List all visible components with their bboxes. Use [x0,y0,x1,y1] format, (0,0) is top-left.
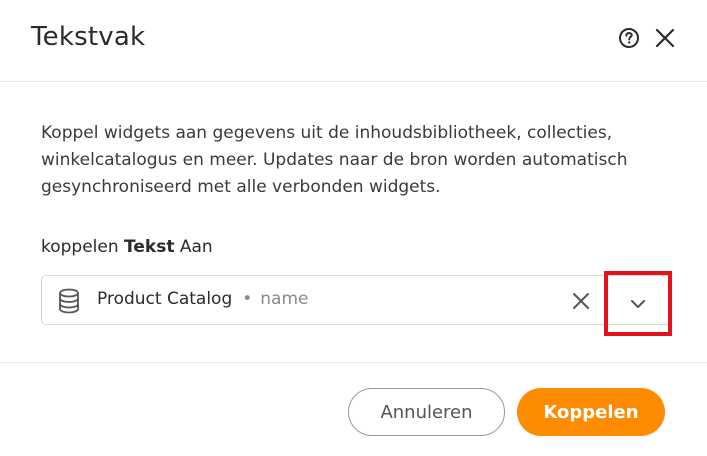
source-select[interactable]: Product Catalog • name [41,271,672,336]
dialog-body: Koppel widgets aan gegevens uit de inhou… [0,82,707,362]
close-icon [655,28,675,48]
dialog-footer: Annuleren Koppelen [0,362,707,456]
connect-label: koppelen Tekst Aan [41,237,213,257]
dropdown-toggle-button[interactable] [604,271,672,336]
connect-label-suffix: Aan [179,237,213,257]
dialog-description: Koppel widgets aan gegevens uit de inhou… [41,123,628,197]
clear-icon [573,293,589,309]
selected-field-name: name [260,289,309,309]
clear-selection-button[interactable] [570,290,592,312]
database-icon [59,288,79,314]
close-button[interactable] [654,27,676,49]
selected-source-name: Product Catalog [97,289,233,309]
connect-dialog: Tekstvak Koppel widgets aan gegevens uit… [0,0,707,456]
help-button[interactable] [618,27,640,49]
dialog-title: Tekstvak [31,22,146,52]
connect-label-target: Tekst [124,237,175,257]
connect-button[interactable]: Koppelen [517,388,665,436]
selected-source: Product Catalog • name [97,289,309,309]
chevron-down-icon [631,300,645,308]
source-separator: • [242,289,253,309]
dialog-header: Tekstvak [0,0,707,82]
help-icon [619,28,639,48]
connect-label-prefix: koppelen [41,237,119,257]
cancel-button[interactable]: Annuleren [348,388,505,436]
